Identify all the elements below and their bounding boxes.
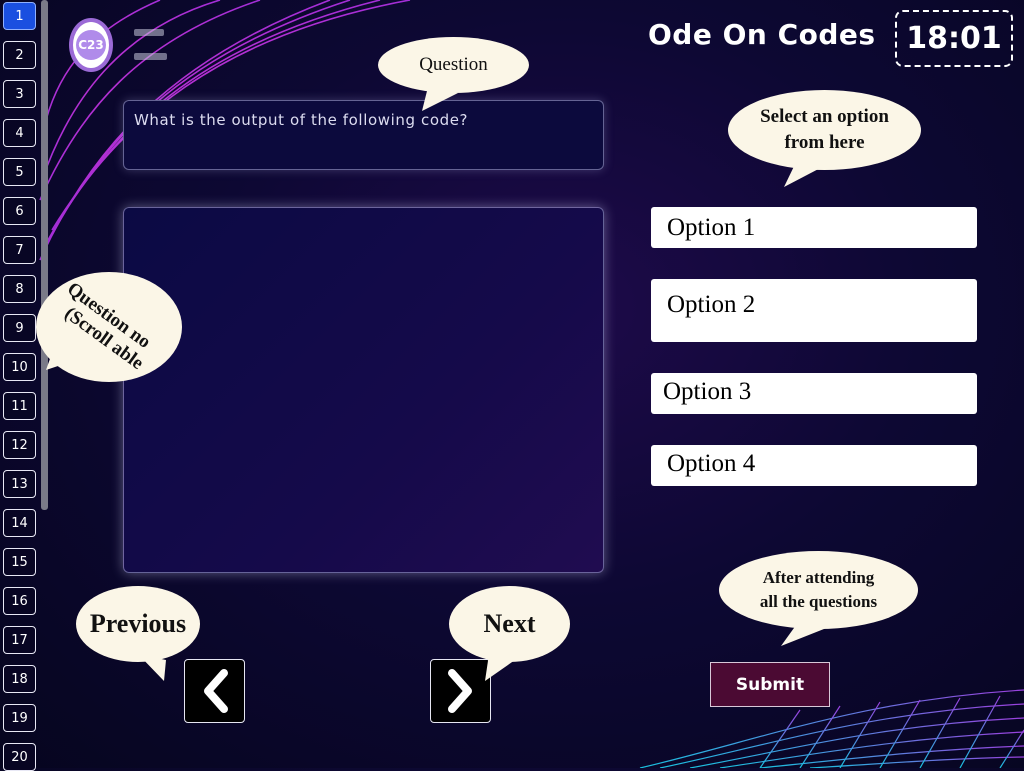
question-number-button[interactable]: 19 bbox=[3, 704, 36, 732]
question-number-button[interactable]: 17 bbox=[3, 626, 36, 654]
submit-hint-line-2: all the questions bbox=[759, 592, 878, 611]
submit-hint-bubble: After attending all the questions bbox=[719, 551, 918, 647]
question-number-button[interactable]: 16 bbox=[3, 587, 36, 615]
question-number-button[interactable]: 18 bbox=[3, 665, 36, 693]
team-logo: C23 bbox=[69, 18, 113, 72]
logo-text: C23 bbox=[76, 30, 106, 60]
submit-button[interactable]: Submit bbox=[710, 662, 830, 707]
question-number-button[interactable]: 3 bbox=[3, 80, 36, 108]
select-hint-line-1: Select an option bbox=[760, 106, 889, 127]
option-4-button[interactable]: Option 4 bbox=[651, 445, 977, 486]
option-2-button[interactable]: Option 2 bbox=[651, 279, 977, 342]
question-text: What is the output of the following code… bbox=[123, 100, 604, 170]
option-3-button[interactable]: Option 3 bbox=[651, 373, 977, 414]
question-number-button[interactable]: 2 bbox=[3, 41, 36, 69]
app-title: Ode On Codes bbox=[648, 18, 876, 51]
user-id bbox=[134, 53, 167, 60]
question-number-button[interactable]: 20 bbox=[3, 743, 36, 771]
question-hint-bubble: Question bbox=[378, 37, 530, 112]
question-number-button[interactable]: 12 bbox=[3, 431, 36, 459]
question-number-list[interactable]: 1 2 3 4 5 6 7 8 9 10 11 12 13 14 15 16 1… bbox=[0, 0, 48, 771]
code-display-panel bbox=[123, 207, 604, 573]
question-number-button[interactable]: 15 bbox=[3, 548, 36, 576]
countdown-timer: 18:01 bbox=[895, 10, 1013, 67]
question-number-button[interactable]: 5 bbox=[3, 158, 36, 186]
question-number-button[interactable]: 1 bbox=[3, 2, 36, 30]
select-option-hint-bubble: Select an option from here bbox=[728, 90, 922, 188]
submit-hint-line-1: After attending bbox=[762, 568, 875, 587]
next-hint-bubble: Next bbox=[449, 586, 570, 682]
question-list-scrollbar[interactable] bbox=[41, 0, 48, 510]
chevron-left-icon bbox=[203, 669, 228, 713]
question-number-button[interactable]: 6 bbox=[3, 197, 36, 225]
question-number-button[interactable]: 14 bbox=[3, 509, 36, 537]
previous-hint-bubble: Previous bbox=[76, 586, 200, 682]
user-name bbox=[134, 29, 164, 36]
select-hint-line-2: from here bbox=[784, 132, 865, 153]
question-number-button[interactable]: 13 bbox=[3, 470, 36, 498]
question-number-button[interactable]: 4 bbox=[3, 119, 36, 147]
option-1-button[interactable]: Option 1 bbox=[651, 207, 977, 248]
question-number-button[interactable]: 7 bbox=[3, 236, 36, 264]
question-number-hint-bubble: Question no (Scroll able bbox=[32, 272, 182, 384]
question-number-button[interactable]: 11 bbox=[3, 392, 36, 420]
